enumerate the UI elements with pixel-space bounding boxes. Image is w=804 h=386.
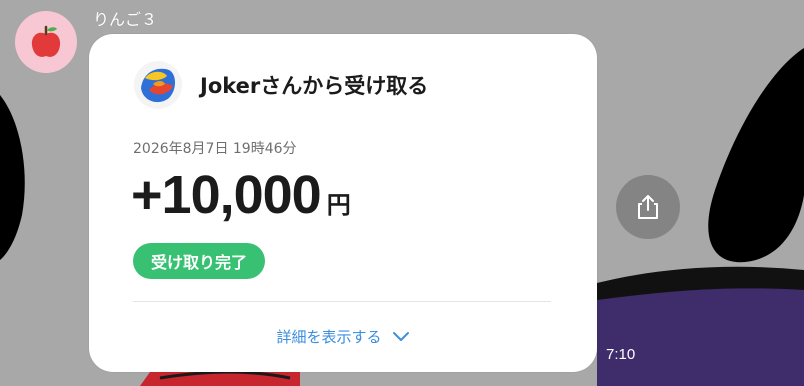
chevron-down-icon [392, 331, 410, 343]
share-icon [638, 195, 658, 219]
paypay-style-logo-icon [133, 60, 183, 110]
share-button[interactable] [616, 175, 680, 239]
divider [133, 301, 551, 302]
show-details-link[interactable]: 詳細を表示する [89, 326, 597, 347]
amount-row: +10,000 円 [131, 164, 351, 226]
sender-avatar[interactable] [15, 11, 77, 73]
status-badge: 受け取り完了 [133, 243, 266, 279]
chat-screen: りんご３ Jokerさんから受け取る 2026年8月7日 19時46分 +10,… [0, 0, 804, 386]
message-timestamp: 7:10 [606, 346, 636, 363]
payment-card[interactable]: Jokerさんから受け取る 2026年8月7日 19時46分 +10,000 円… [89, 34, 597, 372]
show-details-label: 詳細を表示する [276, 328, 382, 346]
apple-icon [31, 25, 61, 57]
sender-name: りんご３ [93, 10, 158, 29]
currency-label: 円 [326, 191, 351, 219]
amount-value: +10,000 [131, 165, 322, 225]
card-title: Jokerさんから受け取る [200, 74, 429, 98]
transaction-date: 2026年8月7日 19時46分 [133, 141, 297, 157]
